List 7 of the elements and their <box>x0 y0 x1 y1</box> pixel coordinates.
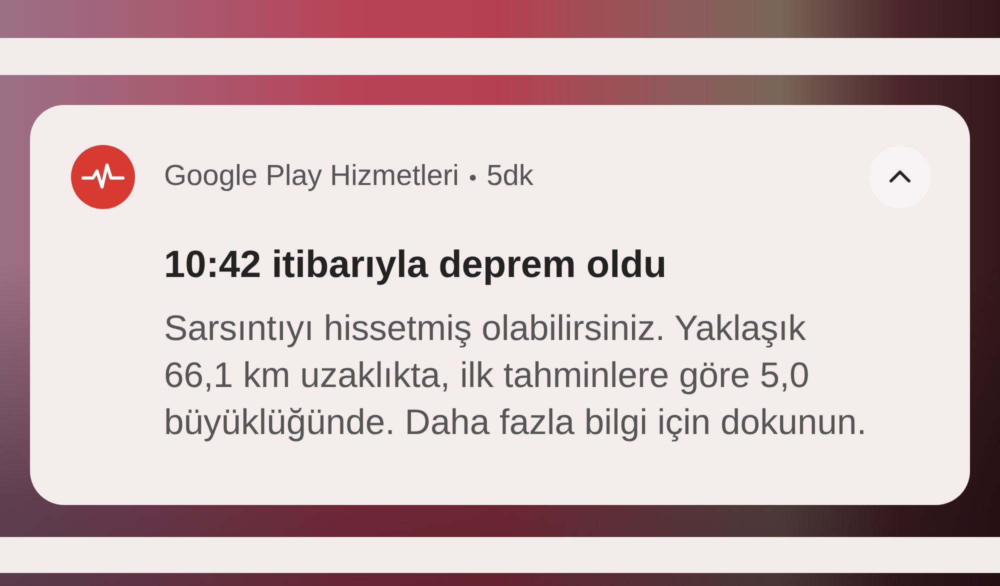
timestamp: 5dk <box>486 159 534 194</box>
notification-card[interactable]: Google Play Hizmetleri • 5dk 10:42 itibarıyla deprem oldu Sarsıntıyı hissetmiş olabilirsiniz. Yaklaşık 66,1 km uzaklıkta, ilk tahminlere göre 5,0 büyüklüğünde. Daha fazla bilgi için dokunun. <box>30 105 970 505</box>
notification-message: Sarsıntıyı hissetmiş olabilirsiniz. Yaklaşık 66,1 km uzaklıkta, ilk tahminlere göre 5,0 büyüklüğünde. Daha fazla bilgi için dokunun. <box>164 307 868 444</box>
heartbeat-icon <box>71 145 135 209</box>
notification-title: 10:42 itibarıyla deprem oldu <box>164 243 668 287</box>
separator-dot: • <box>468 164 477 192</box>
app-name: Google Play Hizmetleri <box>164 159 459 194</box>
